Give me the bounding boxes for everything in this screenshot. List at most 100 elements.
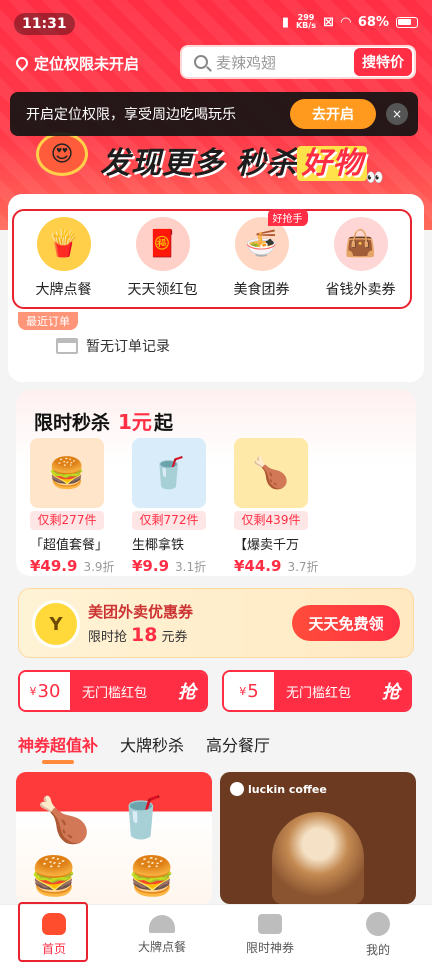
product-card[interactable]: 🥤 仅剩772件 生椰拿铁 ¥9.9 3.1折 xyxy=(132,438,210,575)
nav-label: 首页 xyxy=(41,941,66,956)
claim-free-button[interactable]: 天天免费领 xyxy=(292,605,400,641)
red-packet-value: 30 xyxy=(37,680,61,702)
eyes-decoration-icon: 👀 xyxy=(366,170,384,186)
red-envelope-icon: 🧧 xyxy=(135,217,190,271)
location-button[interactable]: 定位权限未开启 xyxy=(13,52,140,74)
fries-icon: 🍟 xyxy=(36,217,91,271)
product-discount: 3.7折 xyxy=(287,560,319,574)
tab-brand-flash-sale[interactable]: 大牌秒杀 xyxy=(120,732,184,756)
product-price-row: ¥9.9 3.1折 xyxy=(132,557,210,575)
product-card[interactable]: 🍔 仅剩277件 「超值套餐」 ¥49.9 3.9折 xyxy=(30,438,115,575)
category-brand-ordering[interactable]: 🍟 大牌点餐 xyxy=(20,217,108,299)
cloche-icon xyxy=(149,914,175,933)
category-label: 美食团券 xyxy=(233,282,290,298)
red-packet-label: 无门槛红包 xyxy=(286,685,352,701)
product-card[interactable]: 🍗 仅剩439件 【爆卖千万 ¥44.9 3.7折 xyxy=(234,438,319,575)
search-input[interactable]: 麦辣鸡翅 xyxy=(216,52,354,73)
shopping-bag-icon: 👜 xyxy=(333,217,388,271)
red-packet-amount: ¥30 xyxy=(20,672,70,710)
nav-brand-ordering[interactable]: 大牌点餐 xyxy=(108,905,216,964)
feed-card-luckin[interactable]: luckin coffee xyxy=(220,772,416,904)
empty-orders: 暂无订单记录 xyxy=(56,336,170,356)
latte-cup-icon xyxy=(272,812,364,904)
bottom-nav: 首页 大牌点餐 限时神券 我的 xyxy=(0,904,432,964)
product-stock: 仅剩439件 xyxy=(234,511,308,530)
vibrate-icon: ▮ xyxy=(281,14,289,30)
grab-button[interactable]: 抢 xyxy=(382,678,400,704)
product-image: 🥤 xyxy=(132,438,206,508)
product-price: ¥49.9 xyxy=(30,557,78,575)
red-packet-value: 5 xyxy=(247,680,259,702)
grab-button[interactable]: 抢 xyxy=(178,678,196,704)
flash-sale-title-text: 限时秒杀 xyxy=(34,412,111,434)
nav-label: 我的 xyxy=(365,942,390,957)
battery-percent: 68% xyxy=(357,14,389,30)
product-name: 【爆卖千万 xyxy=(234,538,300,553)
product-discount: 3.1折 xyxy=(175,560,207,574)
flash-sale-qi: 起 xyxy=(153,412,173,434)
product-stock: 仅剩277件 xyxy=(30,511,104,530)
product-name: 生椰拿铁 xyxy=(132,538,185,553)
fried-chicken-icon: 🍗 xyxy=(36,795,91,846)
location-label: 定位权限未开启 xyxy=(34,54,140,73)
feed-card-fried-chicken[interactable]: 🍗 🥤 🍔 🍔 xyxy=(16,772,212,904)
wifi-icon: ◠ xyxy=(340,14,351,30)
location-pin-icon xyxy=(13,54,31,72)
product-image: 🍗 xyxy=(234,438,308,508)
close-icon[interactable]: × xyxy=(386,103,408,125)
category-label: 天天领红包 xyxy=(127,282,198,298)
open-location-button[interactable]: 去开启 xyxy=(290,99,376,129)
nav-limited-coupons[interactable]: 限时神券 xyxy=(216,905,324,964)
product-name: 「超值套餐」 xyxy=(30,538,109,553)
status-time: 11:31 xyxy=(14,13,75,35)
empty-box-icon xyxy=(56,338,78,354)
product-stock: 仅剩772件 xyxy=(132,511,206,530)
product-price: ¥44.9 xyxy=(234,557,282,575)
location-permission-toast: 开启定位权限，享受周边吃喝玩乐 去开启 × xyxy=(10,92,418,136)
tab-super-coupons[interactable]: 神券超值补 xyxy=(18,732,98,764)
meituan-logo-icon: Y xyxy=(32,600,80,648)
flash-sale-title: 限时秒杀 1元 起 xyxy=(34,406,173,435)
red-packet-amount: ¥5 xyxy=(224,672,274,710)
profile-icon xyxy=(366,911,390,936)
burger-icon: 🍔 xyxy=(30,854,78,898)
banner-slogan-main: 发现更多 秒杀 xyxy=(100,146,298,181)
coupon-title: 美团外卖优惠券 xyxy=(88,603,194,621)
category-delivery-coupons[interactable]: 👜 省钱外卖券 xyxy=(317,217,405,299)
battery-icon xyxy=(396,16,418,28)
red-packet-body: 无门槛红包 抢 xyxy=(274,672,410,710)
currency-symbol: ¥ xyxy=(29,684,37,698)
currency-symbol: ¥ xyxy=(239,684,247,698)
hot-tag-badge: 好抢手 xyxy=(267,209,308,226)
network-speed-unit: KB/s xyxy=(295,21,316,30)
banner-slogan[interactable]: 发现更多 秒杀 好物 xyxy=(100,138,368,182)
red-packet-body: 无门槛红包 抢 xyxy=(70,672,206,710)
recent-orders-tag: 最近订单 xyxy=(18,312,78,330)
nav-label: 限时神券 xyxy=(245,940,294,955)
coupon-sub-prefix: 限时抢 xyxy=(88,630,128,645)
banner-slogan-highlight: 好物 xyxy=(297,146,368,181)
luckin-brand: luckin coffee xyxy=(230,782,327,796)
nav-profile[interactable]: 我的 xyxy=(324,905,432,964)
flash-sale-one-yuan: 1元 xyxy=(118,410,152,434)
red-packet-30[interactable]: ¥30 无门槛红包 抢 xyxy=(18,670,208,712)
network-speed: 299 KB/s xyxy=(296,14,316,30)
coupon-amount: 18 xyxy=(131,624,158,646)
category-daily-red-packet[interactable]: 🧧 天天领红包 xyxy=(119,217,207,299)
category-label: 大牌点餐 xyxy=(35,282,92,298)
product-discount: 3.9折 xyxy=(83,560,115,574)
coupon-sub-suffix: 元券 xyxy=(161,630,188,645)
product-image: 🍔 xyxy=(30,438,104,508)
home-icon xyxy=(42,912,66,935)
product-price: ¥9.9 xyxy=(132,557,170,575)
tab-top-restaurants[interactable]: 高分餐厅 xyxy=(206,732,270,756)
empty-orders-text: 暂无订单记录 xyxy=(86,339,170,355)
nav-home[interactable]: 首页 xyxy=(0,905,108,964)
category-food-vouchers[interactable]: 好抢手 🍜 美食团券 xyxy=(218,209,308,299)
category-label: 省钱外卖券 xyxy=(325,282,396,298)
search-button[interactable]: 搜特价 xyxy=(354,48,412,76)
red-packet-5[interactable]: ¥5 无门槛红包 抢 xyxy=(222,670,412,712)
red-packet-label: 无门槛红包 xyxy=(82,685,148,701)
search-bar[interactable]: 麦辣鸡翅 搜特价 xyxy=(180,45,416,79)
feed-tabs: 神券超值补 大牌秒杀 高分餐厅 xyxy=(18,732,270,764)
